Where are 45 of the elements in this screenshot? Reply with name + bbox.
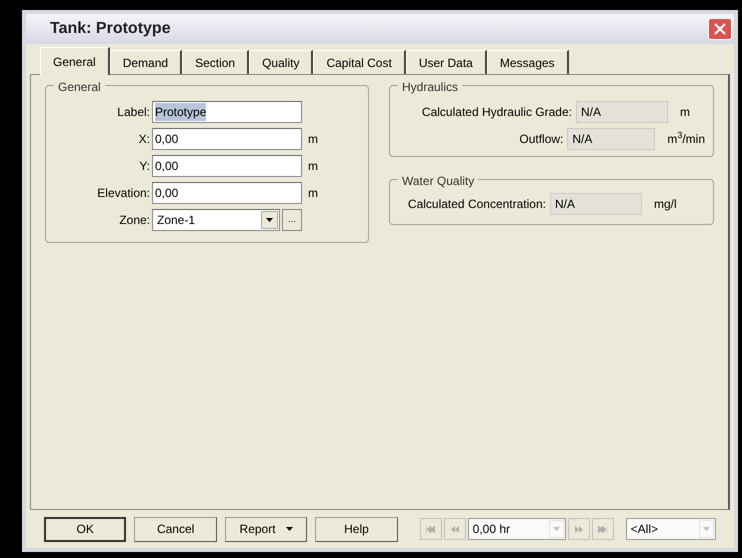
readonly-field: N/A xyxy=(567,128,656,150)
window-title: Tank: Prototype xyxy=(50,19,171,39)
unit-label: m$^{3}$/min xyxy=(667,130,705,148)
tab[interactable]: Capital Cost xyxy=(313,50,406,74)
input-field[interactable]: 0,00 xyxy=(152,182,302,204)
readonly-field: N/A xyxy=(550,192,642,214)
unit-label: m xyxy=(308,158,318,174)
tab[interactable]: Demand xyxy=(110,50,182,74)
dropdown-arrow-icon xyxy=(703,527,710,531)
fast-forward-icon xyxy=(574,526,583,532)
tab[interactable]: Quality xyxy=(249,50,314,74)
tab[interactable]: Messages xyxy=(486,50,569,74)
field-label: Zone: xyxy=(118,212,151,228)
skip-forward-icon xyxy=(598,526,608,532)
unit-label: m xyxy=(680,104,690,120)
zone-dropdown[interactable]: Zone-1 xyxy=(152,208,280,230)
unit-label: m xyxy=(308,184,318,202)
close-icon xyxy=(714,23,726,35)
field-label: Calculated Concentration: xyxy=(406,196,547,212)
unit-label: m xyxy=(308,130,318,148)
unit-label: mg/l xyxy=(654,196,677,212)
caret-icon xyxy=(286,527,293,531)
dropdown-arrow-icon xyxy=(552,527,560,531)
browse-button[interactable]: ... xyxy=(282,208,302,230)
close-button[interactable] xyxy=(708,18,732,40)
field-label: X: xyxy=(138,130,151,148)
input-field[interactable]: 0,00 xyxy=(152,154,302,176)
menu-button[interactable]: Report xyxy=(224,516,308,542)
field-label: Calculated Hydraulic Grade: xyxy=(420,104,573,120)
field-label: Y: xyxy=(138,158,151,174)
tab[interactable]: General xyxy=(40,47,110,75)
dropdown-arrow-icon xyxy=(266,218,273,222)
dialog-button[interactable]: Cancel xyxy=(134,516,217,542)
input-field[interactable]: Prototype xyxy=(152,100,302,122)
dialog-button[interactable]: Help xyxy=(315,516,398,542)
dialog-button[interactable]: OK xyxy=(44,516,126,542)
rewind-icon xyxy=(450,526,459,532)
field-label: Outflow: xyxy=(518,130,564,148)
input-field[interactable]: 0,00 xyxy=(152,128,302,150)
readonly-field: N/A xyxy=(576,100,668,122)
tab[interactable]: Section xyxy=(182,50,250,74)
field-label: Elevation: xyxy=(96,184,151,202)
tab[interactable]: User Data xyxy=(406,50,487,74)
skip-back-icon xyxy=(426,526,436,532)
field-label: Label: xyxy=(116,104,151,120)
